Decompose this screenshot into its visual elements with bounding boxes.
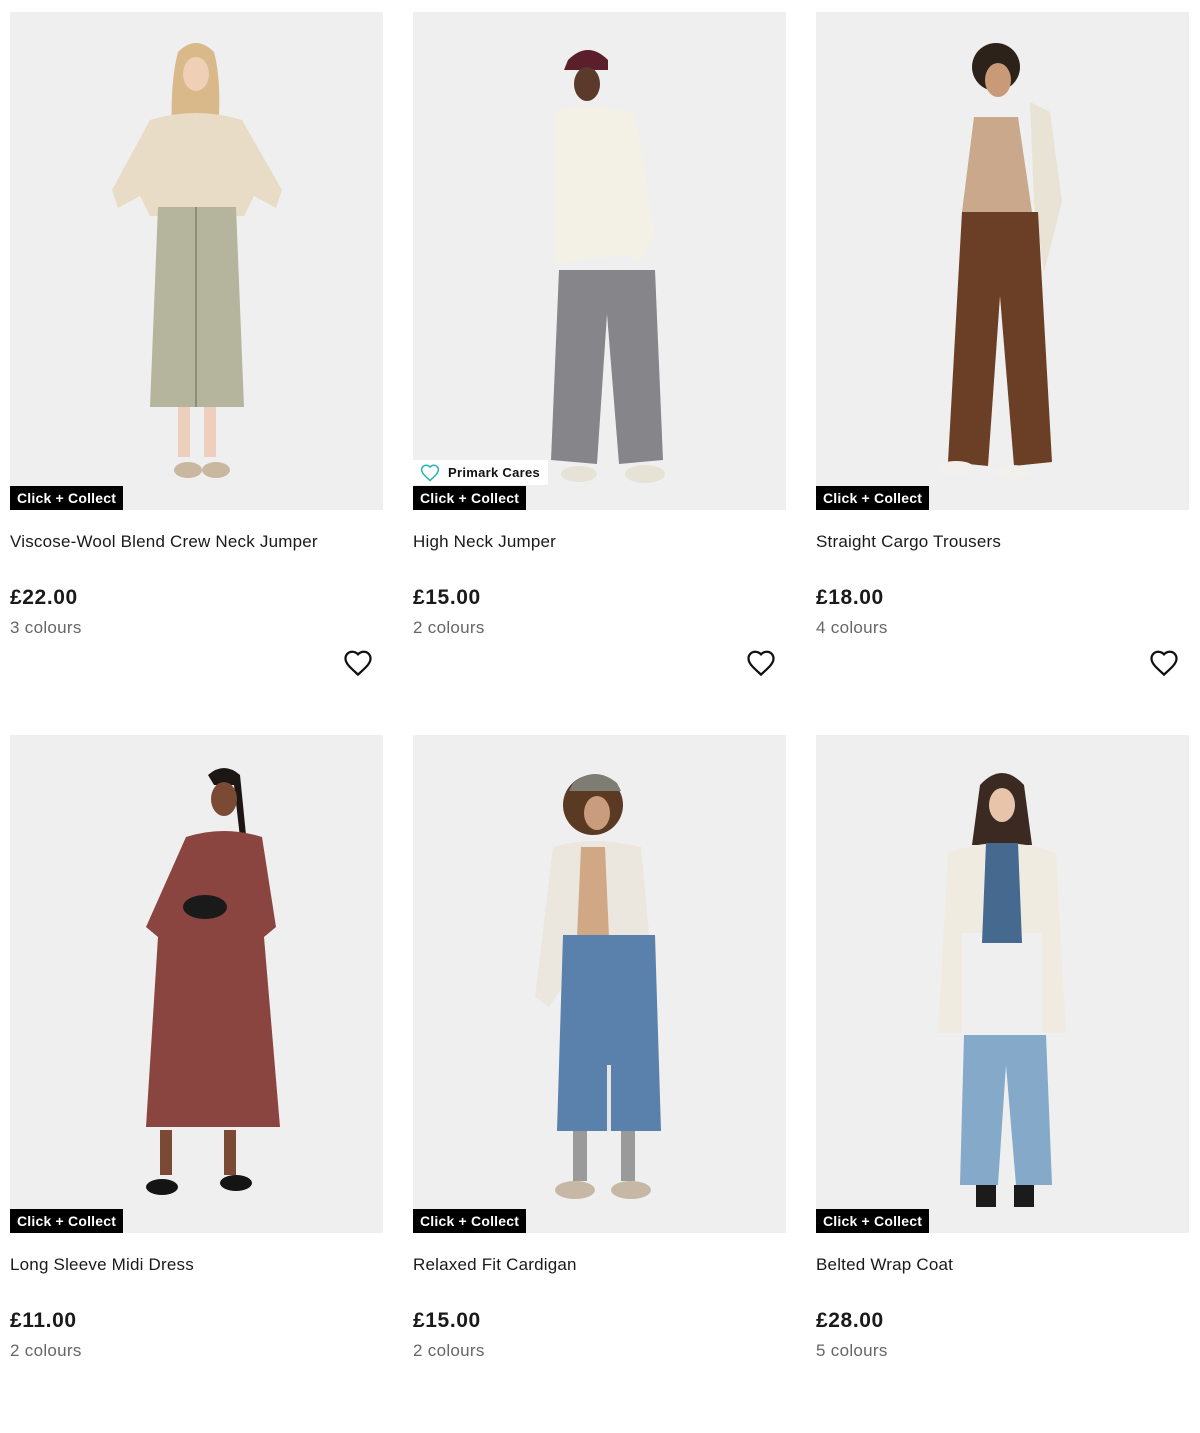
- product-image[interactable]: Click + Collect: [10, 735, 383, 1233]
- product-image[interactable]: Primark Cares Click + Collect: [413, 12, 786, 510]
- click-collect-badge: Click + Collect: [10, 486, 124, 510]
- primark-cares-tag: Primark Cares: [413, 460, 549, 485]
- model-photo: [535, 774, 661, 1199]
- product-title[interactable]: Viscose-Wool Blend Crew Neck Jumper: [10, 532, 318, 552]
- product-price: £22.00: [10, 586, 78, 609]
- heart-icon: [1150, 650, 1178, 677]
- click-collect-badge: Click + Collect: [413, 486, 527, 510]
- product-title[interactable]: Relaxed Fit Cardigan: [413, 1255, 577, 1275]
- product-title[interactable]: Straight Cargo Trousers: [816, 532, 1001, 552]
- model-photo: [112, 43, 282, 478]
- model-photo: [146, 768, 280, 1195]
- product-price: £15.00: [413, 1309, 481, 1332]
- model-photo: [938, 773, 1066, 1207]
- product-colours: 5 colours: [816, 1341, 888, 1360]
- product-grid: Click + Collect Viscose-Wool Blend Crew …: [10, 12, 1190, 1433]
- product-price: £15.00: [413, 586, 481, 609]
- primark-cares-label: Primark Cares: [448, 465, 541, 480]
- product-colours: 4 colours: [816, 618, 888, 637]
- product-colours: 3 colours: [10, 618, 82, 637]
- product-card: Click + Collect Viscose-Wool Blend Crew …: [10, 12, 383, 710]
- click-collect-badge: Click + Collect: [413, 1209, 527, 1233]
- heart-icon: [747, 650, 775, 677]
- product-price: £18.00: [816, 586, 884, 609]
- click-collect-badge: Click + Collect: [816, 1209, 930, 1233]
- product-card: Click + Collect Straight Cargo Trousers …: [816, 12, 1189, 710]
- click-collect-badge: Click + Collect: [10, 1209, 124, 1233]
- product-image[interactable]: Click + Collect: [816, 735, 1189, 1233]
- product-image[interactable]: Click + Collect: [816, 12, 1189, 510]
- heart-icon: [344, 650, 372, 677]
- product-price: £28.00: [816, 1309, 884, 1332]
- click-collect-badge: Click + Collect: [816, 486, 930, 510]
- product-card: Click + Collect Belted Wrap Coat £28.00 …: [816, 735, 1189, 1433]
- wishlist-button[interactable]: [343, 649, 373, 679]
- product-card: Click + Collect Long Sleeve Midi Dress £…: [10, 735, 383, 1433]
- product-title[interactable]: High Neck Jumper: [413, 532, 556, 552]
- product-price: £11.00: [10, 1309, 77, 1332]
- product-title[interactable]: Belted Wrap Coat: [816, 1255, 953, 1275]
- product-colours: 2 colours: [10, 1341, 82, 1360]
- wishlist-button[interactable]: [746, 649, 776, 679]
- product-card: Click + Collect Relaxed Fit Cardigan £15…: [413, 735, 786, 1433]
- wishlist-button[interactable]: [1149, 649, 1179, 679]
- heart-outline-icon: [420, 463, 440, 482]
- product-colours: 2 colours: [413, 618, 485, 637]
- product-colours: 2 colours: [413, 1341, 485, 1360]
- model-photo: [938, 43, 1062, 479]
- product-image[interactable]: Click + Collect: [413, 735, 786, 1233]
- product-image[interactable]: Click + Collect: [10, 12, 383, 510]
- product-title[interactable]: Long Sleeve Midi Dress: [10, 1255, 194, 1275]
- product-card: Primark Cares Click + Collect High Neck …: [413, 12, 786, 710]
- model-photo: [551, 50, 665, 483]
